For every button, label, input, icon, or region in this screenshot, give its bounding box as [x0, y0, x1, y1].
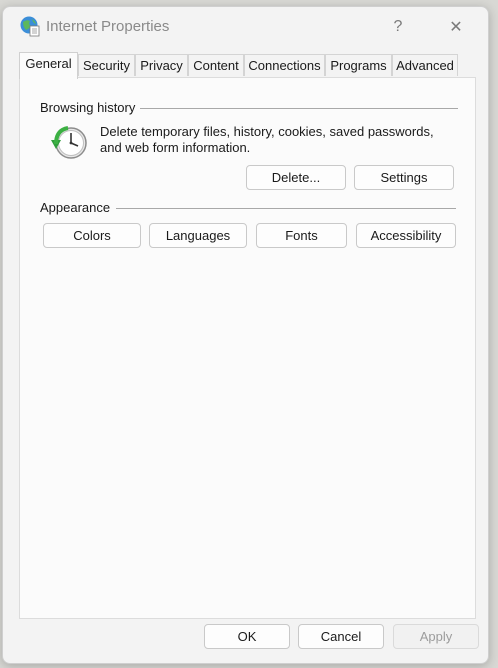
- help-button[interactable]: ?: [375, 11, 421, 43]
- tab-connections[interactable]: Connections: [244, 54, 325, 76]
- browsing-history-label: Browsing history: [40, 100, 136, 115]
- apply-button[interactable]: Apply: [393, 624, 479, 649]
- tab-advanced[interactable]: Advanced: [392, 54, 458, 76]
- help-icon: ?: [393, 18, 403, 35]
- browsing-history-divider: [140, 108, 458, 109]
- internet-properties-dialog: Internet Properties ? ✕ General Security…: [2, 6, 489, 664]
- settings-button[interactable]: Settings: [354, 165, 454, 190]
- tab-content[interactable]: Content: [188, 54, 244, 76]
- appearance-divider: [116, 208, 456, 209]
- globe-document-icon: [20, 16, 40, 37]
- accessibility-button[interactable]: Accessibility: [356, 223, 456, 248]
- history-clock-icon: [51, 126, 87, 159]
- browsing-history-description: Delete temporary files, history, cookies…: [100, 124, 460, 156]
- delete-button[interactable]: Delete...: [246, 165, 346, 190]
- cancel-button[interactable]: Cancel: [298, 624, 384, 649]
- general-tab-panel: Browsing history Delete temporary files,…: [19, 77, 476, 619]
- description-line-1: Delete temporary files, history, cookies…: [100, 124, 434, 139]
- tab-security[interactable]: Security: [78, 54, 135, 76]
- tab-programs[interactable]: Programs: [325, 54, 392, 76]
- close-button[interactable]: ✕: [433, 11, 479, 43]
- ok-button[interactable]: OK: [204, 624, 290, 649]
- colors-button[interactable]: Colors: [43, 223, 141, 248]
- languages-button[interactable]: Languages: [149, 223, 247, 248]
- tab-general[interactable]: General: [19, 52, 78, 79]
- fonts-button[interactable]: Fonts: [256, 223, 347, 248]
- appearance-label: Appearance: [40, 200, 111, 215]
- window-title: Internet Properties: [46, 18, 170, 35]
- title-bar[interactable]: Internet Properties ? ✕: [3, 7, 488, 47]
- description-line-2: and web form information.: [100, 140, 251, 155]
- close-icon: ✕: [449, 19, 463, 36]
- tab-privacy[interactable]: Privacy: [135, 54, 188, 76]
